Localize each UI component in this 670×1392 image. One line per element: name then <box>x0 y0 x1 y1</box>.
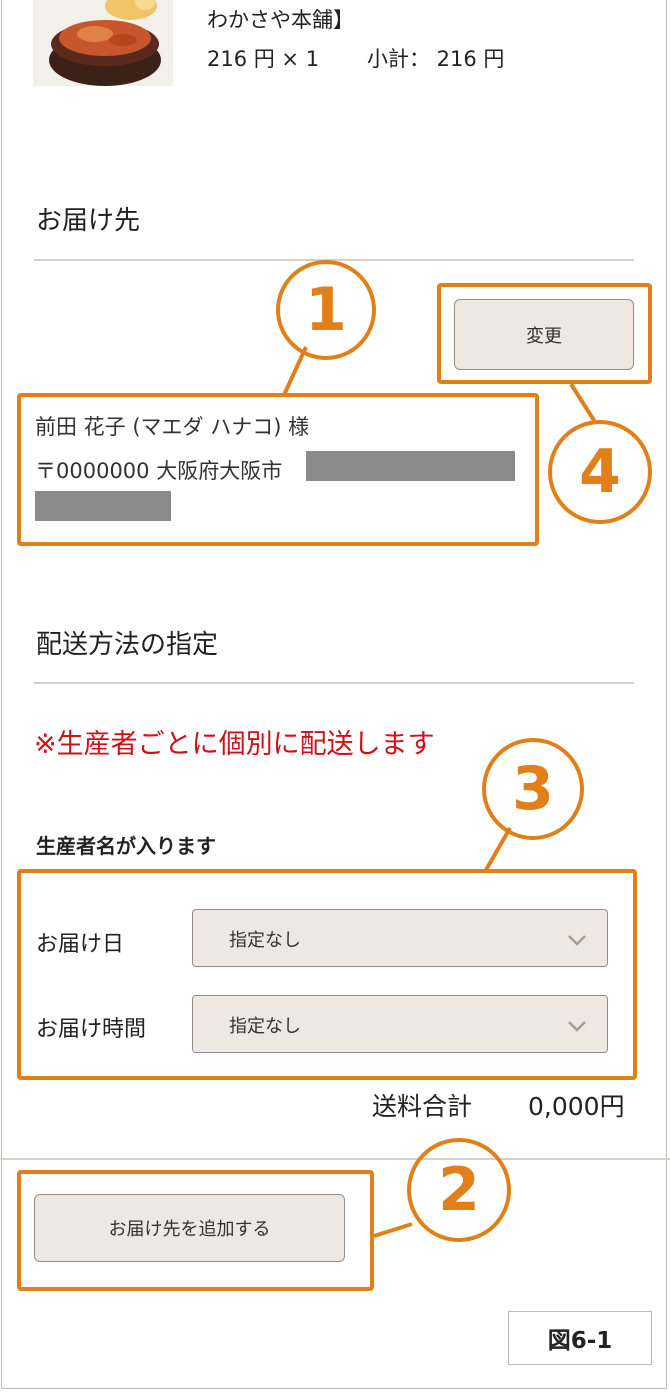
delivery-time-select[interactable]: 指定なし <box>192 995 608 1053</box>
shipping-total-label: 送料合計 <box>372 1092 473 1121</box>
annotation-pointer-4 <box>569 382 597 424</box>
annotation-marker-3: 3 <box>482 738 584 840</box>
delivery-date-select[interactable]: 指定なし <box>192 909 608 967</box>
annotation-marker-2: 2 <box>407 1138 511 1242</box>
add-destination-button[interactable]: お届け先を追加する <box>34 1194 345 1262</box>
chevron-down-icon <box>568 1021 586 1032</box>
shipping-total-value: 0,000円 <box>528 1092 625 1121</box>
producer-name: 生産者名が入ります <box>36 834 216 858</box>
product-image <box>33 0 173 86</box>
product-name: わかさや本舗】 <box>207 8 354 32</box>
delivery-destination-title: お届け先 <box>36 206 141 236</box>
annotation-pointer-2 <box>373 1222 413 1238</box>
annotation-marker-4: 4 <box>548 420 652 524</box>
footer-divider <box>0 1158 670 1160</box>
annotation-pointer-3 <box>484 827 512 871</box>
recipient-name: 前田 花子 (マエダ ハナコ) 様 <box>35 415 310 439</box>
delivery-date-value: 指定なし <box>229 930 301 951</box>
delivery-time-label: お届け時間 <box>36 1017 147 1042</box>
redacted-address-2 <box>35 491 171 521</box>
change-address-button[interactable]: 変更 <box>454 299 634 370</box>
delivery-date-label: お届け日 <box>36 932 125 957</box>
annotation-pointer-1 <box>282 346 308 396</box>
recipient-address: 〒0000000 大阪府大阪市 <box>35 459 283 483</box>
redacted-address-1 <box>306 451 515 481</box>
individual-shipping-notice: ※生産者ごとに個別に配送します <box>34 729 435 760</box>
product-subtotal: 小計： 216 円 <box>367 47 505 71</box>
shipping-method-title: 配送方法の指定 <box>36 630 219 660</box>
chevron-down-icon <box>568 935 586 946</box>
delivery-time-value: 指定なし <box>229 1016 301 1037</box>
figure-label: 図6-1 <box>508 1311 652 1365</box>
product-price-quantity: 216 円 × 1 <box>207 47 320 71</box>
section-divider <box>34 682 634 684</box>
